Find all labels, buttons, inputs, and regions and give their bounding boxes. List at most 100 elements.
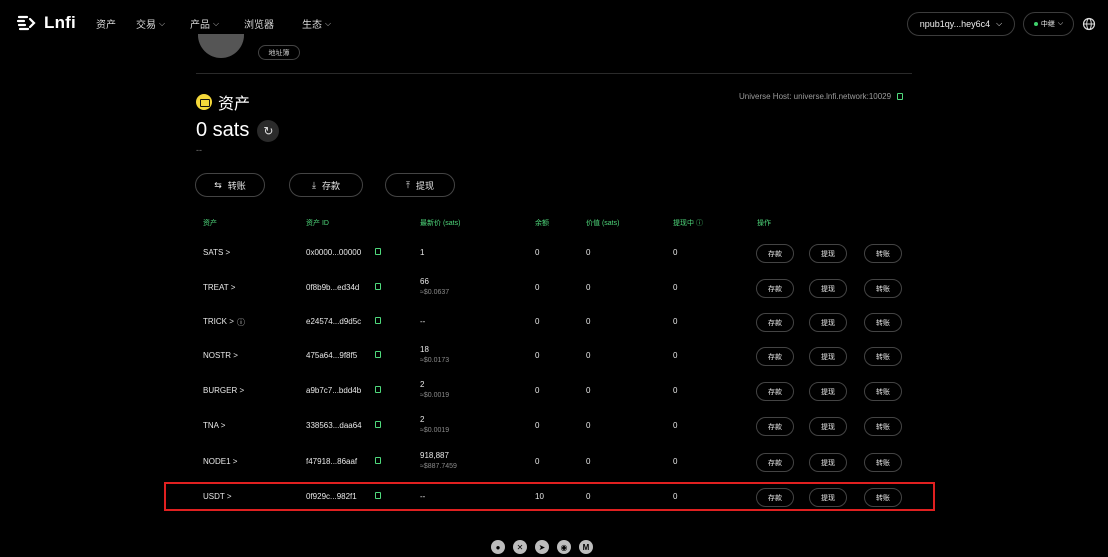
- latest-price: 1: [420, 248, 425, 257]
- row-deposit-button[interactable]: 存款: [756, 244, 794, 263]
- balance-value: 0: [535, 317, 540, 326]
- highlight-box: [164, 482, 935, 511]
- info-icon[interactable]: ⓘ: [696, 220, 703, 227]
- asset-name-link[interactable]: SATS >: [203, 248, 230, 257]
- row-transfer-button[interactable]: 转账: [864, 313, 902, 332]
- table-row: BURGER > a9b7c7...bdd4b 2 ≈$0.0019 0 0 0 存款 提现 转账: [0, 380, 1108, 410]
- wallet-button[interactable]: npub1qy...hey6c4 ⌵: [907, 12, 1015, 36]
- top-nav: Lnfi 资产 交易 ⌵ 产品 ⌵ 浏览器 生态 ⌵ npub1qy...hey6c4…: [0, 0, 1108, 47]
- withdrawing-value: 0: [673, 351, 678, 360]
- value-sats: 0: [586, 248, 591, 257]
- refresh-icon[interactable]: ↻: [257, 119, 280, 142]
- asset-name-link[interactable]: NOSTR >: [203, 351, 238, 360]
- copy-icon[interactable]: [375, 386, 382, 393]
- balance-amount: 0 sats: [196, 119, 250, 141]
- withdrawing-value: 0: [673, 248, 678, 257]
- asset-name-link[interactable]: TRICK >: [203, 317, 234, 326]
- asset-id: 338563...daa64: [306, 421, 362, 430]
- row-withdraw-button[interactable]: 提现: [809, 453, 847, 472]
- assets-heading: 资产: [196, 90, 250, 114]
- telegram-icon[interactable]: ➤: [535, 540, 549, 554]
- copy-icon[interactable]: [375, 457, 382, 464]
- network-label: 中继: [1040, 21, 1055, 28]
- wallet-address: npub1qy...hey6c4: [919, 19, 991, 29]
- table-row: SATS > 0x0000...00000 1 0 0 0 存款 提现 转账: [0, 242, 1108, 272]
- copy-icon[interactable]: [897, 93, 904, 100]
- asset-actions: ⇆ 转账 ⤓ 存款 ⤒ 提现: [195, 173, 455, 197]
- nav-item-trade[interactable]: 交易 ⌵: [136, 16, 190, 32]
- twitter-icon[interactable]: ✕: [513, 540, 527, 554]
- deposit-icon: ⤓: [312, 179, 316, 190]
- withdrawing-value: 0: [673, 386, 678, 395]
- asset-id: 0x0000...00000: [306, 248, 362, 257]
- asset-name-link[interactable]: TREAT >: [203, 283, 235, 292]
- row-withdraw-button[interactable]: 提现: [809, 279, 847, 298]
- transfer-button[interactable]: ⇆ 转账: [195, 173, 265, 197]
- address-book-button[interactable]: 地址簿: [258, 45, 300, 60]
- price-usd: ≈$0.0019: [420, 392, 450, 399]
- table-row: TREAT > 0f8b9b...ed34d 66 ≈$0.0637 0 0 0 存款 提现 转账: [0, 277, 1108, 307]
- deposit-button[interactable]: ⤓ 存款: [289, 173, 363, 197]
- withdrawing-value: 0: [673, 421, 678, 430]
- assets-title: 资产: [218, 96, 251, 113]
- row-deposit-button[interactable]: 存款: [756, 347, 794, 366]
- value-sats: 0: [586, 421, 591, 430]
- value-sats: 0: [586, 351, 591, 360]
- balance-value: 0: [535, 386, 540, 395]
- asset-name-link[interactable]: NODE1 >: [203, 457, 237, 466]
- social-links: ● ✕ ➤ ◉ M: [491, 540, 593, 554]
- wallet-coin-icon: [196, 94, 212, 110]
- row-withdraw-button[interactable]: 提现: [809, 244, 847, 263]
- row-deposit-button[interactable]: 存款: [756, 417, 794, 436]
- row-transfer-button[interactable]: 转账: [864, 279, 902, 298]
- row-withdraw-button[interactable]: 提现: [809, 347, 847, 366]
- discord-icon[interactable]: ◉: [557, 540, 571, 554]
- asset-name-link[interactable]: TNA >: [203, 421, 225, 430]
- row-transfer-button[interactable]: 转账: [864, 453, 902, 472]
- table-row: NODE1 > f47918...86aaf 918,887 ≈$887.7459 0 0…: [0, 451, 1108, 481]
- row-transfer-button[interactable]: 转账: [864, 347, 902, 366]
- copy-icon[interactable]: [375, 421, 382, 428]
- row-deposit-button[interactable]: 存款: [756, 313, 794, 332]
- chevron-down-icon: ⌵: [1057, 20, 1064, 27]
- col-value: 价值 (sats): [586, 220, 620, 227]
- avatar: [198, 34, 244, 58]
- nav-item-ecosystem[interactable]: 生态 ⌵: [302, 16, 352, 32]
- asset-name-link[interactable]: BURGER >: [203, 386, 244, 395]
- globe-icon[interactable]: [1082, 17, 1096, 31]
- row-deposit-button[interactable]: 存款: [756, 382, 794, 401]
- nav-item-explorer[interactable]: 浏览器: [244, 16, 302, 31]
- row-deposit-button[interactable]: 存款: [756, 453, 794, 472]
- copy-icon[interactable]: [375, 248, 382, 255]
- copy-icon[interactable]: [375, 283, 382, 290]
- balance-value: 0: [535, 351, 540, 360]
- chevron-down-icon: ⌵: [996, 19, 1003, 28]
- balance-usd: --: [196, 145, 202, 155]
- transfer-icon: ⇆: [214, 179, 222, 190]
- copy-icon[interactable]: [375, 317, 382, 324]
- info-icon[interactable]: ⓘ: [237, 317, 245, 328]
- value-sats: 0: [586, 283, 591, 292]
- row-transfer-button[interactable]: 转账: [864, 417, 902, 436]
- brand-logo[interactable]: Lnfi: [16, 13, 76, 33]
- network-selector[interactable]: 中继 ⌵: [1023, 12, 1074, 36]
- latest-price: --: [420, 317, 426, 326]
- status-dot: [1033, 22, 1038, 26]
- medium-icon[interactable]: M: [579, 540, 593, 554]
- withdrawing-value: 0: [673, 317, 678, 326]
- row-withdraw-button[interactable]: 提现: [809, 417, 847, 436]
- row-transfer-button[interactable]: 转账: [864, 244, 902, 263]
- nav-item-assets[interactable]: 资产: [96, 16, 136, 31]
- nav-item-products[interactable]: 产品 ⌵: [190, 16, 244, 32]
- withdrawing-value: 0: [673, 457, 678, 466]
- row-deposit-button[interactable]: 存款: [756, 279, 794, 298]
- withdraw-button[interactable]: ⤒ 提现: [385, 173, 455, 197]
- copy-icon[interactable]: [375, 351, 382, 358]
- balance-value: 0: [535, 283, 540, 292]
- row-withdraw-button[interactable]: 提现: [809, 313, 847, 332]
- chevron-down-icon: ⌵: [325, 18, 332, 28]
- github-icon[interactable]: ●: [491, 540, 505, 554]
- price-usd: ≈$0.0637: [420, 289, 450, 296]
- row-transfer-button[interactable]: 转账: [864, 382, 902, 401]
- row-withdraw-button[interactable]: 提现: [809, 382, 847, 401]
